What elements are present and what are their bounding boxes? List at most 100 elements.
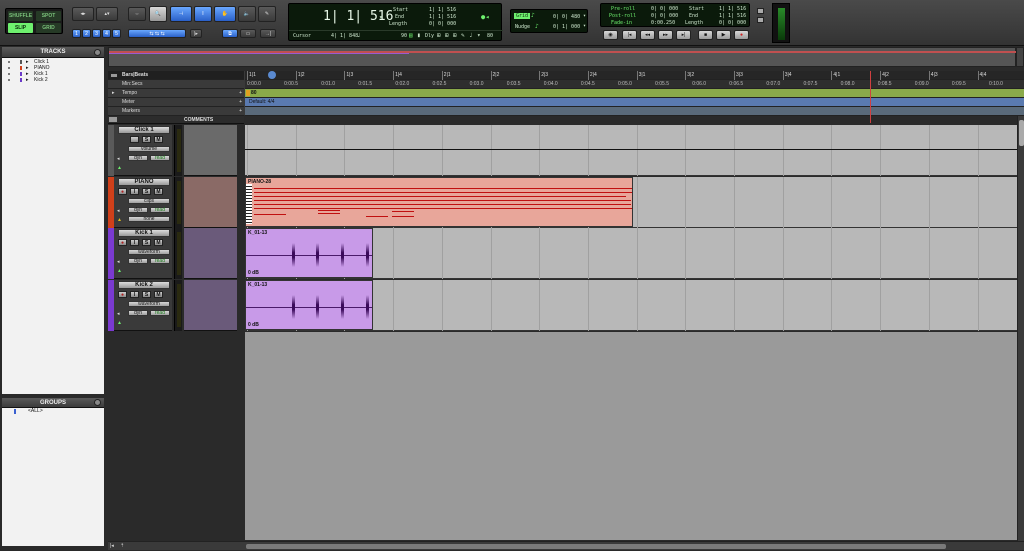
grid-value[interactable]: 0| 0| 480 [553, 14, 580, 20]
zoom-preset-2[interactable]: 2 [82, 29, 91, 38]
nudge-dropdown-icon[interactable]: ▾ [583, 23, 586, 29]
mute-button[interactable]: M [154, 188, 163, 195]
tempo-pencil-icon[interactable]: ✎ [461, 32, 465, 39]
meter-icon[interactable]: ⊞ [453, 32, 457, 39]
bars-beats-ruler-label[interactable]: Bars|Beats [108, 71, 244, 80]
track-comments[interactable] [184, 280, 237, 331]
horizontal-scroll-thumb[interactable] [246, 544, 946, 549]
universe-overview[interactable] [108, 47, 1017, 67]
grabber-tool-button[interactable]: ✋ [214, 6, 236, 22]
fast-forward-button[interactable]: ▸▸ [658, 30, 673, 40]
zoom-preset-3[interactable]: 3 [92, 29, 101, 38]
rewind-button[interactable]: ◂◂ [640, 30, 655, 40]
dyn-selector[interactable]: dyn [128, 207, 148, 213]
tracks-panel-menu-icon[interactable] [94, 49, 101, 56]
zoom-preset-1[interactable]: 1 [72, 29, 81, 38]
automation-mode-selector[interactable]: read [150, 155, 170, 161]
end2-value[interactable]: 1| 1| 516 [719, 13, 746, 19]
insertion-follow-button[interactable]: |▸ [190, 29, 202, 38]
scroll-left-icon[interactable]: |◂ [110, 543, 114, 549]
track-header[interactable]: Kick 2 ● I S Mwaveform dyn read ◂ ▲ [108, 280, 172, 331]
record-enable-button[interactable]: ● [118, 188, 127, 195]
playlist-selector[interactable]: none [128, 216, 170, 222]
selector-tool-button[interactable]: I [194, 6, 212, 22]
bars-beats-ruler[interactable]: 1|1 1|2 1|3 1|4 2|1 2|2 2|3 2|4 3|1 3|2 3|3 3|4 4|1 4… [245, 71, 1024, 80]
vertical-scrollbar[interactable] [1017, 116, 1024, 541]
tempo-ruler[interactable]: 80 [245, 89, 1024, 98]
postroll-value[interactable]: 0| 0| 000 [651, 13, 678, 19]
midi-note[interactable] [254, 214, 286, 215]
vertical-scroll-thumb[interactable] [1019, 120, 1024, 146]
clip-gain[interactable]: 0 dB [248, 322, 259, 328]
track-view-icon[interactable] [109, 117, 117, 122]
grid-mode-button[interactable]: GRID [36, 23, 61, 33]
automation-mode-selector[interactable]: read [150, 258, 170, 264]
add-tempo-icon[interactable]: + [239, 89, 242, 98]
fadein-label[interactable]: Fade-in [611, 20, 632, 26]
track-comments[interactable] [184, 228, 237, 279]
scroll-zoom-icon[interactable]: ⇡ [120, 543, 124, 549]
markers-ruler-label[interactable]: Markers + [108, 107, 244, 116]
track-view-selector[interactable]: waveform [128, 301, 170, 307]
meter-ruler-label[interactable]: Meter + [108, 98, 244, 107]
meter-marker-value[interactable]: Default: 4/4 [249, 99, 275, 105]
main-counter[interactable]: 1| 1| 516 [323, 9, 393, 24]
solo-button[interactable]: S [142, 291, 151, 298]
smart-tool-bar[interactable]: ⇆ ⇆ ⇆ [128, 29, 186, 38]
window-options-icon-2[interactable] [757, 17, 764, 23]
tempo-dropdown-icon[interactable]: ▾ [477, 32, 481, 39]
pencil-tool-button[interactable]: ✎ [258, 6, 276, 22]
zoom-preset-4[interactable]: 4 [102, 29, 111, 38]
trim-tool-button[interactable]: ⊣ [170, 6, 192, 22]
main-counter-dropdown-icon[interactable]: ▾ [379, 14, 383, 21]
volume-automation-line[interactable] [245, 149, 1017, 150]
slip-mode-button[interactable]: SLIP [8, 23, 33, 33]
groups-panel-menu-icon[interactable] [94, 399, 101, 406]
shuffle-mode-button[interactable]: SHUFFLE [8, 11, 33, 21]
markers-ruler[interactable] [245, 107, 1024, 116]
track-header[interactable]: PIANO ● I S Mclips dyn read none ◂ ▲ [108, 177, 172, 228]
online-button[interactable]: ◉ [603, 30, 618, 40]
start-value[interactable]: 1| 1| 516 [429, 7, 456, 13]
stop-button[interactable]: ■ [698, 30, 713, 40]
midi-note[interactable] [392, 211, 414, 212]
midi-note[interactable] [254, 200, 631, 201]
grid-dropdown-icon[interactable]: ▾ [583, 13, 586, 19]
track-name[interactable]: Click 1 [118, 126, 170, 134]
solo-button[interactable]: S [142, 188, 151, 195]
solo-button[interactable]: S [142, 239, 151, 246]
tempo-value[interactable]: 80 [487, 33, 493, 39]
wait-for-note-icon[interactable]: ▤ [409, 32, 413, 39]
dyn-selector[interactable]: dyn [128, 310, 148, 316]
record-enable-button[interactable]: ● [118, 291, 127, 298]
track-playlist-lane[interactable] [245, 125, 1017, 176]
zoom-out-button[interactable]: ◂▸ [72, 7, 94, 21]
play-button[interactable]: ▶ [716, 30, 731, 40]
track-comments[interactable] [184, 177, 237, 228]
preroll-value[interactable]: 0| 0| 000 [651, 6, 678, 12]
midi-note[interactable] [392, 216, 414, 217]
grid-label[interactable]: Grid [514, 13, 531, 19]
input-monitor-button[interactable]: I [130, 291, 139, 298]
track-view-selector[interactable]: waveform [128, 249, 170, 255]
tab-to-transient-button[interactable]: →| [260, 29, 276, 38]
track-visible-icon[interactable] [8, 73, 10, 75]
mute-button[interactable]: M [154, 239, 163, 246]
tempo-marker-icon[interactable] [246, 90, 250, 96]
midi-note[interactable] [366, 216, 388, 217]
preroll-label[interactable]: Pre-roll [611, 6, 635, 12]
track-comments[interactable] [184, 125, 237, 176]
nudge-label[interactable]: Nudge [515, 24, 530, 30]
expand-tempo-icon[interactable]: ▸ [112, 89, 115, 98]
midi-note[interactable] [318, 213, 340, 214]
scrubber-tool-button[interactable]: 🔈 [238, 6, 256, 22]
empty-timeline-area[interactable] [245, 332, 1017, 540]
automation-mode-selector[interactable]: read [150, 207, 170, 213]
postroll-label[interactable]: Post-roll [609, 13, 636, 19]
tempo-ruler-label[interactable]: ▸ Tempo + [108, 89, 244, 98]
metronome-icon[interactable]: ⊞ [437, 32, 441, 39]
track-list-item[interactable]: ▸ Kick 2 [2, 77, 104, 83]
start2-value[interactable]: 1| 1| 516 [719, 6, 746, 12]
ruler-view-icon[interactable] [110, 73, 118, 78]
zoom-in-button[interactable]: ▴▾ [96, 7, 118, 21]
